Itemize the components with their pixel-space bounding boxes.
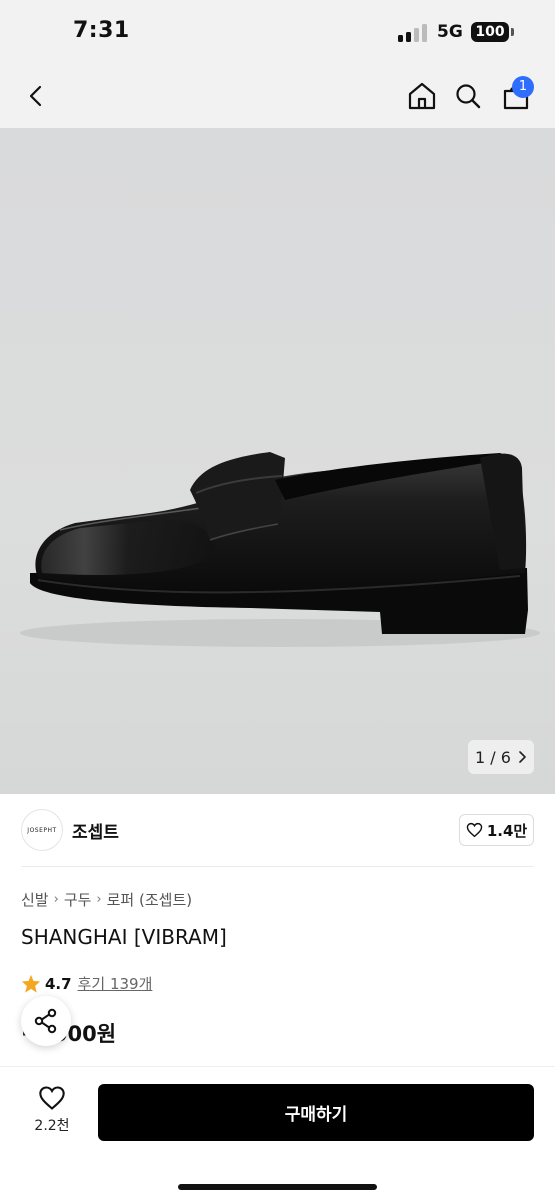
status-time: 7:31 [73,18,130,43]
image-pager[interactable]: 1 / 6 [468,740,534,774]
divider [21,866,534,867]
brand-like-button[interactable]: 1.4만 [459,814,534,846]
chevron-right-icon: › [53,892,59,907]
heart-icon [39,1086,65,1110]
chevron-right-icon [519,751,526,763]
status-bar: 7:31 5G 100 [0,0,555,66]
battery-tip [511,28,514,36]
rating-value: 4.7 [45,974,72,993]
brand-logo-text: JOSEPHT [27,826,57,834]
signal-icon [398,24,428,42]
search-icon [456,84,481,109]
breadcrumb-item[interactable]: 구두 [64,889,92,910]
battery-icon: 100 [471,22,509,42]
search-button[interactable] [448,76,488,116]
cart-badge: 1 [512,76,534,98]
heart-icon [466,822,483,838]
wishlist-button[interactable]: 2.2천 [22,1085,82,1141]
home-button[interactable] [402,76,442,116]
chevron-left-icon [29,85,42,107]
star-icon [21,974,41,993]
brand-like-count: 1.4만 [486,821,528,840]
chevron-right-icon: › [96,892,102,907]
brand-logo[interactable]: JOSEPHT [21,809,63,851]
breadcrumb-item[interactable]: 신발 [21,889,49,910]
home-icon [408,82,436,110]
network-label: 5G [437,22,463,42]
product-image[interactable] [0,128,555,794]
pager-label: 1 / 6 [475,747,511,767]
back-button[interactable] [17,76,57,116]
home-indicator [178,1184,377,1190]
share-button[interactable] [21,996,71,1046]
bottom-action-bar: 2.2천 구매하기 [0,1066,555,1200]
breadcrumb: 신발 › 구두 › 로퍼 (조셉트) [21,889,192,910]
top-nav [0,66,555,128]
review-link[interactable]: 후기 139개 [78,973,153,994]
breadcrumb-item[interactable]: 로퍼 (조셉트) [107,889,192,910]
wishlist-count: 2.2천 [34,1118,70,1134]
share-icon [34,1008,57,1034]
brand-name[interactable]: 조셉트 [72,818,119,843]
buy-button[interactable]: 구매하기 [98,1084,534,1141]
loafer-image [20,452,540,647]
rating: 4.7 후기 139개 [21,973,152,994]
product-title: SHANGHAI [VIBRAM] [21,925,227,949]
